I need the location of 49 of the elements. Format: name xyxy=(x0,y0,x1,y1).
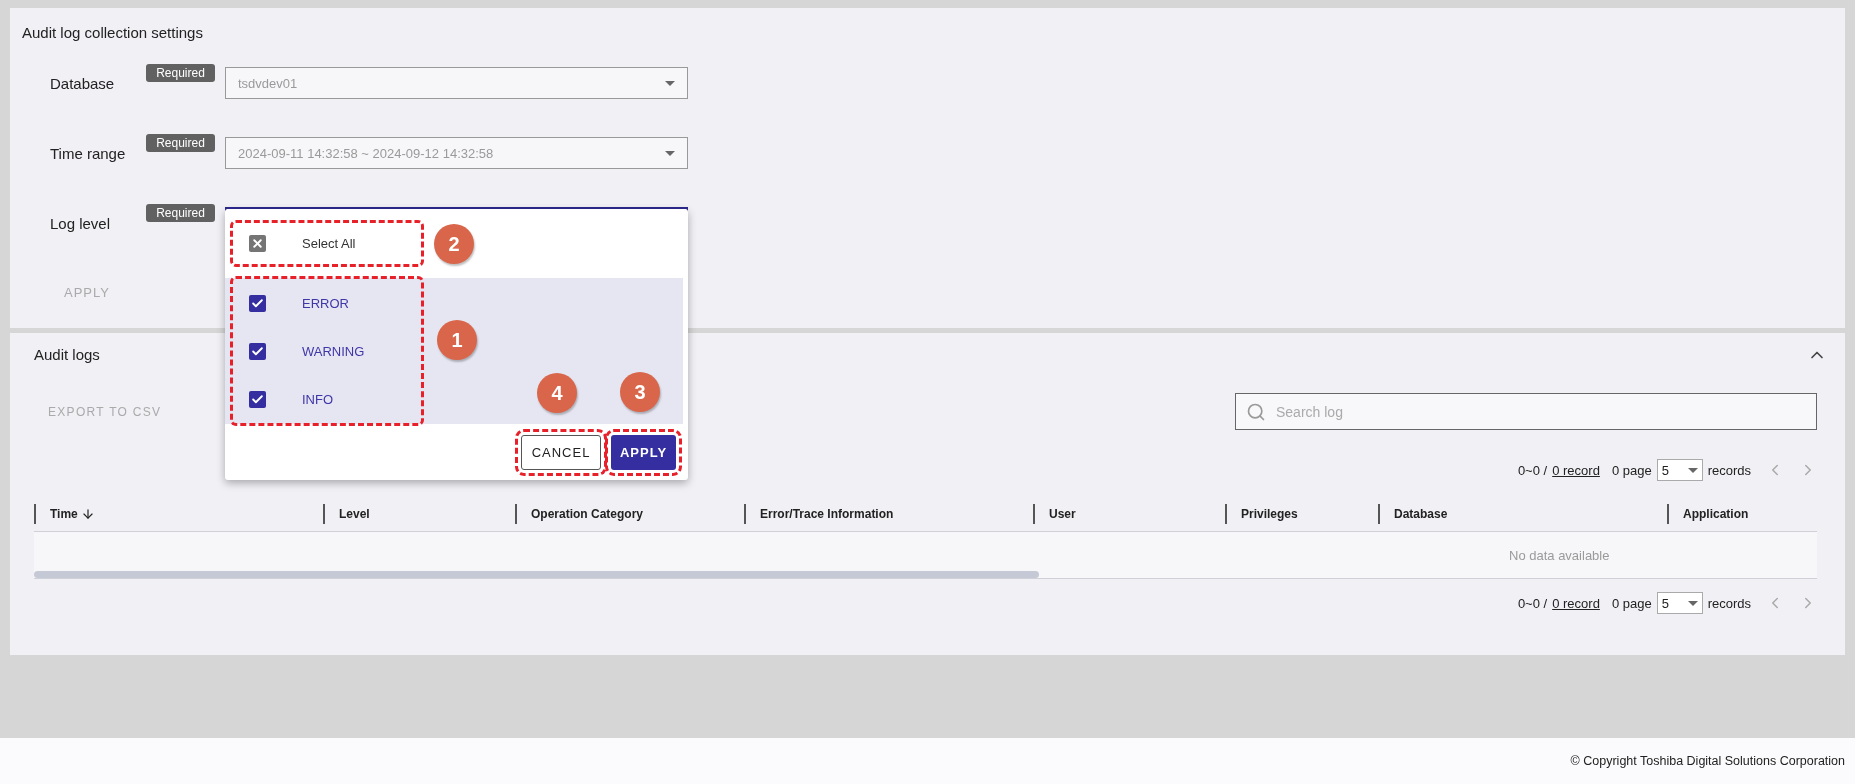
check-icon xyxy=(251,344,264,358)
column-header[interactable]: Level xyxy=(323,503,515,524)
option-checkbox[interactable] xyxy=(249,342,266,360)
check-icon xyxy=(251,392,264,406)
field-label: Log level xyxy=(50,214,112,232)
log-level-option[interactable]: INFO xyxy=(233,375,421,423)
option-checkbox[interactable] xyxy=(249,390,266,408)
column-header[interactable]: User xyxy=(1033,503,1225,524)
column-header[interactable]: Application xyxy=(1667,503,1817,524)
column-header[interactable]: Error/Trace Information xyxy=(744,503,1033,524)
column-header[interactable]: Operation Category xyxy=(515,503,744,524)
page-count: 0 page xyxy=(1611,595,1652,611)
check-icon xyxy=(251,296,264,310)
panel-title: Audit log collection settings xyxy=(22,23,204,43)
search-field[interactable]: Search log xyxy=(1235,393,1817,430)
caret-icon xyxy=(1687,600,1698,606)
select-all-option[interactable]: Select All xyxy=(233,223,421,264)
x-icon xyxy=(251,237,264,250)
column-header[interactable]: Time xyxy=(34,503,323,524)
copyright-text: © Copyright Toshiba Digital Solutions Corporation xyxy=(1570,754,1845,768)
required-tag: Required xyxy=(146,204,215,222)
field-label: Time range xyxy=(50,144,127,162)
option-checkbox[interactable] xyxy=(249,294,266,312)
caret-icon xyxy=(665,150,675,156)
field-label: Database xyxy=(50,74,116,92)
empty-message: No data available xyxy=(1509,547,1610,563)
caret-icon xyxy=(1687,467,1698,473)
per-page-select[interactable]: 5 xyxy=(1656,592,1703,614)
search-icon xyxy=(1246,401,1266,422)
column-header[interactable]: Privileges xyxy=(1225,503,1378,524)
caret-icon xyxy=(665,80,675,86)
column-header[interactable]: Database xyxy=(1378,503,1667,524)
page-count: 0 page xyxy=(1611,462,1652,478)
required-tag: Required xyxy=(146,134,215,152)
required-tag: Required xyxy=(146,64,215,82)
search-input[interactable]: Search log xyxy=(1274,402,1806,421)
log-level-option[interactable]: ERROR xyxy=(233,279,421,327)
callout-number: 2 xyxy=(434,224,474,264)
record-range: 0~0 / xyxy=(1517,462,1548,478)
record-count-link[interactable]: 0 record xyxy=(1552,462,1600,478)
select-all-checkbox[interactable] xyxy=(249,235,266,252)
log-level-option[interactable]: WARNING xyxy=(233,327,421,375)
scrollbar-thumb[interactable] xyxy=(34,571,1039,578)
records-label: records xyxy=(1707,595,1751,611)
record-range: 0~0 / xyxy=(1517,595,1548,611)
per-page-select[interactable]: 5 xyxy=(1656,459,1703,481)
records-label: records xyxy=(1707,462,1751,478)
panel-title: Audit logs xyxy=(34,345,100,365)
record-count-link[interactable]: 0 record xyxy=(1552,595,1600,611)
